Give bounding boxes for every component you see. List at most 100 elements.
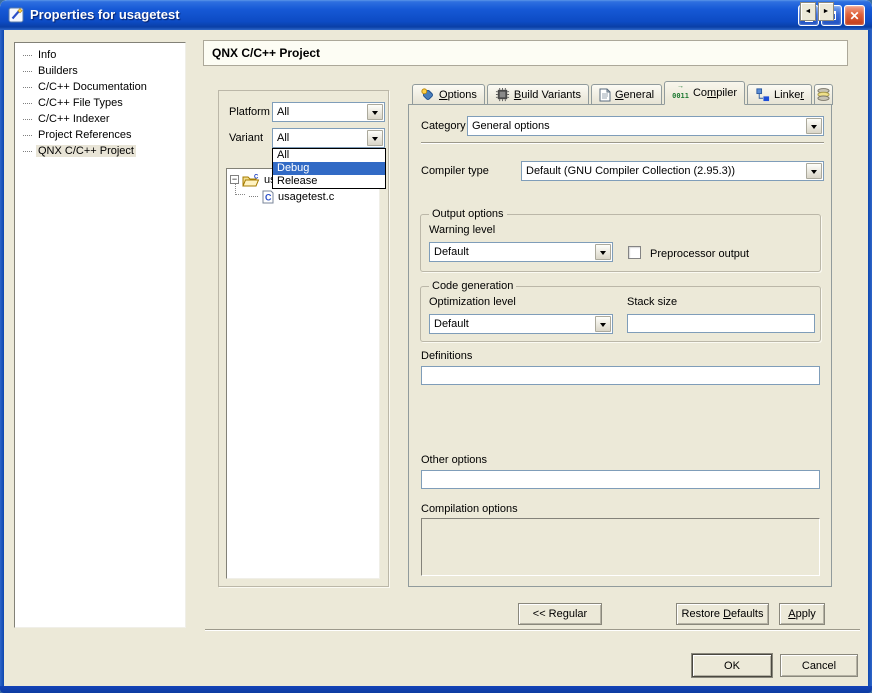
- compilation-options-label: Compilation options: [421, 503, 518, 515]
- tree-line: [23, 87, 32, 88]
- tab-options[interactable]: Options: [412, 84, 485, 105]
- separator-line: [421, 142, 824, 144]
- tab-scroll-right-button[interactable]: ►: [818, 2, 834, 21]
- svg-text:C: C: [254, 174, 259, 180]
- c-file-icon: C: [262, 190, 274, 204]
- nav-item-cpp-documentation[interactable]: C/C++ Documentation: [15, 79, 185, 95]
- arrow-left-icon: ◄: [805, 8, 812, 15]
- collapse-expander-icon[interactable]: −: [230, 175, 239, 184]
- c-folder-icon: C: [242, 173, 261, 187]
- optimization-level-label: Optimization level: [429, 296, 516, 308]
- svg-text:C: C: [265, 192, 272, 202]
- window-frame-left: [0, 30, 4, 693]
- platform-value: All: [277, 106, 364, 118]
- warning-level-value: Default: [434, 246, 592, 258]
- footer-separator-line: [205, 629, 860, 631]
- tab-compiler[interactable]: → 0011 Compiler: [664, 81, 745, 105]
- close-button[interactable]: ✕: [844, 5, 865, 26]
- properties-nav-tree: Info Builders C/C++ Documentation C/C++ …: [14, 42, 186, 628]
- tab-partial-next[interactable]: [814, 84, 833, 105]
- window-title: Properties for usagetest: [30, 0, 180, 30]
- compiler-type-label: Compiler type: [421, 165, 489, 177]
- definitions-label: Definitions: [421, 350, 472, 362]
- dropdown-option-release[interactable]: Release: [273, 175, 385, 188]
- platform-label: Platform: [229, 106, 270, 118]
- chevron-down-icon[interactable]: [806, 163, 822, 179]
- nav-item-project-references[interactable]: Project References: [15, 127, 185, 143]
- optimization-level-value: Default: [434, 318, 592, 330]
- window-frame-right: [868, 30, 872, 693]
- definitions-input[interactable]: [421, 366, 820, 385]
- chevron-down-icon[interactable]: [595, 244, 611, 260]
- properties-dialog: Properties for usagetest ✕ Info Builders…: [0, 0, 872, 693]
- nav-item-cpp-file-types[interactable]: C/C++ File Types: [15, 95, 185, 111]
- ok-button[interactable]: OK: [692, 654, 772, 677]
- project-file-tree: − C usagetest C usagetest.c: [226, 168, 380, 579]
- dropdown-option-debug[interactable]: Debug: [273, 162, 385, 175]
- warning-level-select[interactable]: Default: [429, 242, 613, 262]
- variant-value: All: [277, 132, 364, 144]
- optimization-level-select[interactable]: Default: [429, 314, 613, 334]
- linker-tree-icon: [755, 87, 770, 102]
- arrow-right-icon: ►: [823, 8, 830, 15]
- other-options-input[interactable]: [421, 470, 820, 489]
- chevron-down-icon[interactable]: [367, 130, 383, 146]
- tab-linker[interactable]: Linker: [747, 84, 812, 105]
- tree-line: [23, 151, 32, 152]
- chevron-down-icon[interactable]: [806, 118, 822, 134]
- nav-item-info[interactable]: Info: [15, 47, 185, 63]
- build-target-panel: Platform All Variant All − C usagetest: [218, 90, 389, 587]
- tab-strip: Options Build Variants General → 0011 Co: [412, 81, 835, 105]
- tree-line: [23, 103, 32, 104]
- output-options-legend: Output options: [429, 208, 507, 220]
- regular-toggle-button[interactable]: << Regular: [518, 603, 602, 625]
- compiler-type-value: Default (GNU Compiler Collection (2.95.3…: [526, 165, 803, 177]
- tree-line: [23, 119, 32, 120]
- platform-select[interactable]: All: [272, 102, 385, 122]
- window-frame-bottom: [0, 686, 872, 693]
- binary-0011-icon: → 0011: [672, 85, 689, 101]
- variant-dropdown-list: All Debug Release: [272, 148, 386, 189]
- title-bar[interactable]: Properties for usagetest ✕: [0, 0, 872, 30]
- category-label: Category: [421, 120, 466, 132]
- page-title: QNX C/C++ Project: [203, 40, 848, 66]
- compiler-tab-panel: Category General options Compiler type D…: [408, 104, 832, 587]
- preprocessor-output-label: Preprocessor output: [650, 248, 749, 260]
- category-select[interactable]: General options: [467, 116, 824, 136]
- apply-button[interactable]: Apply: [779, 603, 825, 625]
- tree-row-source-file[interactable]: C usagetest.c: [249, 189, 334, 204]
- stack-size-label: Stack size: [627, 296, 677, 308]
- chevron-down-icon[interactable]: [595, 316, 611, 332]
- close-icon: ✕: [849, 10, 859, 22]
- tab-build-variants[interactable]: Build Variants: [487, 84, 589, 105]
- code-generation-group: Code generation Optimization level Stack…: [420, 286, 821, 342]
- nav-item-cpp-indexer[interactable]: C/C++ Indexer: [15, 111, 185, 127]
- compilation-options-textarea: [421, 518, 820, 576]
- compiler-type-select[interactable]: Default (GNU Compiler Collection (2.95.3…: [521, 161, 824, 181]
- tree-line: [249, 196, 258, 197]
- restore-defaults-button[interactable]: Restore Defaults: [676, 603, 769, 625]
- nav-item-qnx-project[interactable]: QNX C/C++ Project: [15, 143, 185, 159]
- stack-size-input[interactable]: [627, 314, 815, 333]
- source-file-label: usagetest.c: [278, 191, 334, 203]
- options-tool-icon: [420, 87, 435, 102]
- tab-general[interactable]: General: [591, 84, 662, 105]
- cancel-button[interactable]: Cancel: [780, 654, 858, 677]
- nav-item-builders[interactable]: Builders: [15, 63, 185, 79]
- tree-line: [23, 55, 32, 56]
- variant-select[interactable]: All: [272, 128, 385, 148]
- tree-line: [23, 135, 32, 136]
- tree-line: [23, 71, 32, 72]
- chip-icon: [495, 87, 510, 102]
- dropdown-option-all[interactable]: All: [273, 149, 385, 162]
- dialog-pencil-icon: [8, 7, 24, 23]
- other-options-label: Other options: [421, 454, 487, 466]
- preprocessor-output-checkbox[interactable]: [628, 246, 641, 259]
- variant-label: Variant: [229, 132, 263, 144]
- chevron-down-icon[interactable]: [367, 104, 383, 120]
- code-generation-legend: Code generation: [429, 280, 516, 292]
- document-icon: [599, 88, 611, 102]
- tab-scroll-left-button[interactable]: ◄: [800, 2, 816, 21]
- category-value: General options: [472, 120, 803, 132]
- warning-level-label: Warning level: [429, 224, 495, 236]
